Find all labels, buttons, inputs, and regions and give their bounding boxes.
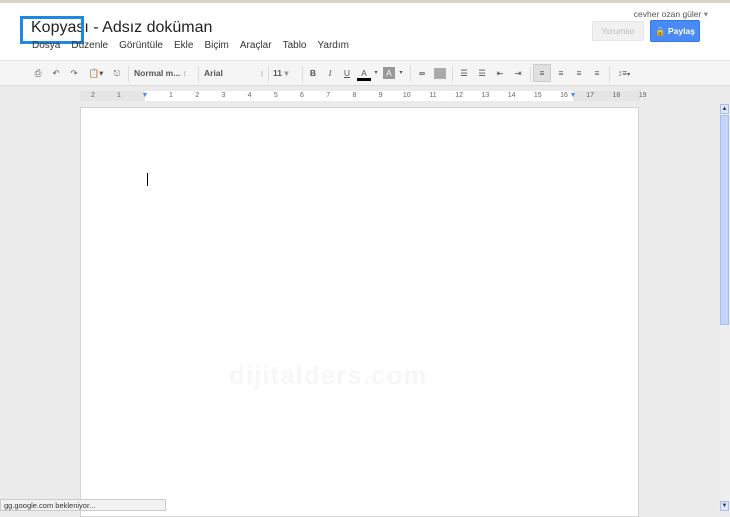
align-right-icon[interactable]: ≡ <box>571 66 587 81</box>
ruler-label: 6 <box>300 92 304 99</box>
link-icon[interactable]: ∞ <box>414 66 430 81</box>
redo-icon[interactable]: ↷ <box>67 66 81 81</box>
text-color-button[interactable]: A <box>357 66 371 81</box>
ruler-label: 17 <box>586 92 595 99</box>
divider <box>302 66 303 82</box>
italic-button[interactable]: I <box>323 66 337 81</box>
ruler-label: 18 <box>612 92 621 99</box>
align-center-icon[interactable]: ≡ <box>553 66 569 81</box>
justify-icon[interactable]: ≡ <box>589 66 605 81</box>
font-size-value: 11 <box>273 68 282 78</box>
ruler-label: 5 <box>273 92 278 99</box>
scroll-down-icon[interactable]: ▼ <box>720 501 729 511</box>
watermark: dijitalders.com <box>229 360 428 390</box>
indent-marker-icon[interactable]: ▼ <box>570 91 577 101</box>
ruler-label: 2 <box>195 92 200 99</box>
style-select[interactable]: Normal m... ↕ <box>134 66 194 81</box>
chevron-down-icon[interactable]: ▾ <box>397 66 405 81</box>
ruler-label: 13 <box>481 92 490 99</box>
divider <box>452 66 453 82</box>
menu-bicim[interactable]: Biçim <box>204 40 228 51</box>
menu-duzenle[interactable]: Düzenle <box>71 40 108 51</box>
ruler-label: 11 <box>429 92 437 99</box>
chevron-down-icon[interactable]: ▾ <box>372 66 380 81</box>
increase-indent-icon[interactable]: ⇥ <box>510 66 526 81</box>
ruler-label: 1 <box>117 92 121 99</box>
divider <box>128 66 129 82</box>
ruler-label: 4 <box>247 92 252 99</box>
ruler-label: 7 <box>326 92 331 99</box>
print-icon[interactable]: ⎙ <box>31 66 45 81</box>
underline-button[interactable]: U <box>340 66 354 81</box>
ruler-label: 2 <box>91 92 95 99</box>
scroll-up-icon[interactable]: ▲ <box>720 104 729 114</box>
indent-marker-icon[interactable]: ▼ <box>142 91 149 101</box>
style-value: Normal m... <box>134 68 181 78</box>
bold-button[interactable]: B <box>306 66 320 81</box>
share-label: Paylaş <box>668 26 695 36</box>
paste-icon[interactable]: 📋▾ <box>85 66 107 81</box>
font-value: Arial <box>204 68 223 78</box>
line-spacing-icon[interactable]: ↕≡▾ <box>613 66 635 81</box>
menu-dosya[interactable]: Dosya <box>32 40 60 51</box>
ruler-label: 1 <box>169 92 173 99</box>
undo-icon[interactable]: ↶ <box>49 66 63 81</box>
user-menu[interactable]: cevher ozan güler <box>634 9 708 20</box>
menu-ekle[interactable]: Ekle <box>174 40 193 51</box>
decrease-indent-icon[interactable]: ⇤ <box>492 66 508 81</box>
comments-button[interactable]: Yorumlar <box>592 21 644 41</box>
lock-icon: 🔒 <box>655 26 668 36</box>
menu-tablo[interactable]: Tablo <box>283 40 307 51</box>
image-icon[interactable] <box>434 68 446 79</box>
share-button[interactable]: 🔒 Paylaş <box>650 20 700 42</box>
scrollbar-thumb[interactable] <box>720 115 729 325</box>
numbered-list-icon[interactable]: ☰ <box>456 66 472 81</box>
bulleted-list-icon[interactable]: ☰ <box>474 66 490 81</box>
align-left-icon[interactable]: ≡ <box>533 64 551 82</box>
ruler-label: 14 <box>507 92 516 99</box>
ruler[interactable]: 2 1 1 2 3 4 5 6 7 8 9 10 11 12 13 14 15 16 17 18 19 ▼ ▼ <box>80 91 646 101</box>
status-bar: gg.google.com bekleniyor... <box>0 499 166 511</box>
menu-yardim[interactable]: Yardım <box>317 40 349 51</box>
header: Kopyası - Adsız doküman Dosya Düzenle Gö… <box>0 3 730 60</box>
menu-araclar[interactable]: Araçlar <box>240 40 272 51</box>
divider <box>268 66 269 82</box>
ruler-label: 8 <box>352 92 357 99</box>
ruler-label: 3 <box>221 92 226 99</box>
ruler-label: 19 <box>638 92 647 99</box>
font-size-select[interactable]: 11 ▾ <box>273 66 299 81</box>
divider <box>609 66 610 82</box>
ruler-label: 15 <box>533 92 542 99</box>
text-cursor <box>147 173 148 186</box>
vertical-scrollbar[interactable]: ▲ ▼ <box>719 104 730 511</box>
font-select[interactable]: Arial ↕ <box>204 66 264 81</box>
divider <box>410 66 411 82</box>
ruler-label: 16 <box>560 92 568 99</box>
divider <box>530 66 531 82</box>
ruler-label: 9 <box>378 92 383 99</box>
toolbar: ⎙ ↶ ↷ 📋▾ ⎋ Normal m... ↕ Arial ↕ 11 ▾ B I… <box>0 60 730 86</box>
highlight-color-icon[interactable]: A <box>383 67 395 79</box>
divider <box>198 66 199 82</box>
document-page[interactable]: dijitalders.com <box>80 107 639 517</box>
paint-format-icon[interactable]: ⎋ <box>110 66 124 81</box>
menu-bar: Dosya Düzenle Görüntüle Ekle Biçim Araçl… <box>32 40 360 51</box>
menu-goruntule[interactable]: Görüntüle <box>119 40 163 51</box>
ruler-label: 12 <box>455 92 464 99</box>
ruler-label: 10 <box>402 92 411 99</box>
